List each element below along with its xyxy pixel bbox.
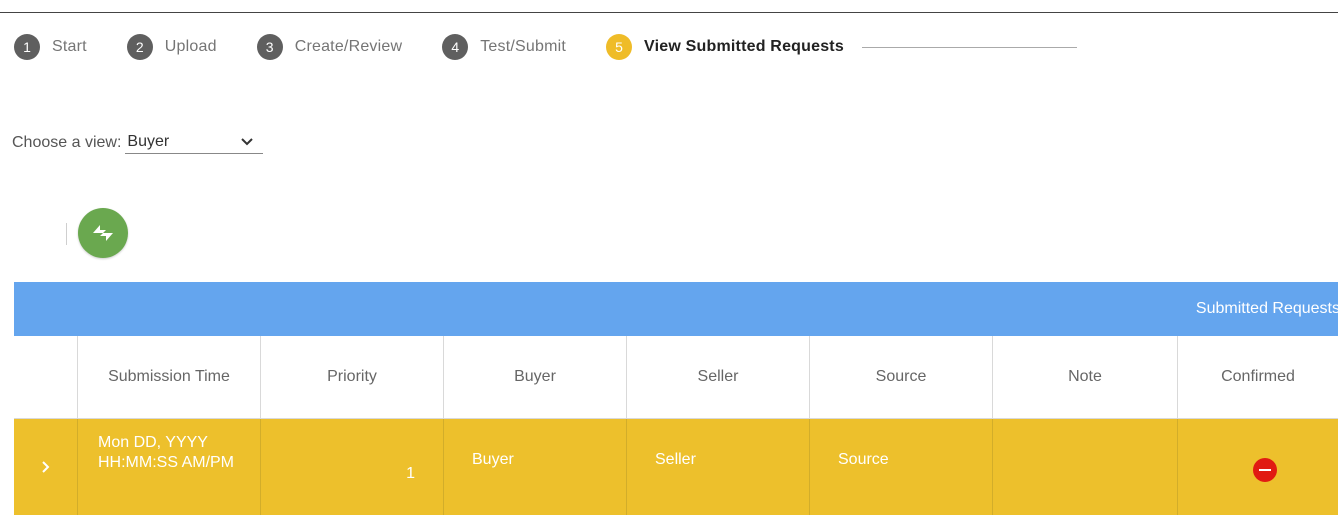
cell-buyer: Buyer (443, 419, 626, 515)
step-label: View Submitted Requests (644, 38, 844, 55)
step-number: 5 (606, 34, 633, 60)
step-number: 3 (256, 34, 283, 60)
minus-circle-icon (1253, 458, 1277, 482)
step-test-submit[interactable]: 4 Test/Submit (442, 34, 566, 60)
table-header: Submission Time Priority Buyer Seller So… (14, 336, 1338, 419)
submitted-requests-table: Submitted Requests Submission Time Prior… (14, 282, 1338, 515)
step-label: Upload (164, 38, 217, 55)
step-label: Test/Submit (480, 38, 567, 55)
step-number: 2 (126, 34, 153, 60)
chevron-down-icon (241, 137, 254, 145)
view-chooser: Choose a view: Buyer (12, 130, 264, 154)
step-number: 4 (442, 34, 469, 60)
column-header-source[interactable]: Source (809, 336, 992, 418)
step-number: 1 (14, 34, 40, 60)
view-label: Choose a view: (12, 134, 122, 151)
column-header-submission-time[interactable]: Submission Time (77, 336, 260, 418)
column-header-confirmed[interactable]: Confirmed (1177, 336, 1338, 418)
cell-note (992, 419, 1177, 515)
step-start[interactable]: 1 Start (14, 34, 87, 60)
top-divider (0, 12, 1338, 13)
chevron-right-icon (41, 461, 49, 473)
cell-seller: Seller (626, 419, 809, 515)
view-select[interactable]: Buyer (125, 130, 264, 154)
cell-priority: 1 (260, 419, 443, 515)
cell-source: Source (809, 419, 992, 515)
step-view-submitted-requests[interactable]: 5 View Submitted Requests (606, 34, 844, 60)
refresh-icon (93, 225, 113, 241)
step-label: Start (52, 38, 87, 55)
step-upload[interactable]: 2 Upload (126, 34, 217, 60)
column-header-expand (14, 336, 77, 418)
table-title: Submitted Requests (1195, 300, 1338, 317)
toolbar-divider (66, 223, 67, 245)
expand-row-button[interactable] (14, 419, 77, 515)
table-row[interactable]: Mon DD, YYYY HH:MM:SS AM/PM 1 Buyer Sell… (14, 419, 1338, 515)
stepper-connector (861, 46, 1077, 48)
wizard-stepper: 1 Start 2 Upload 3 Create/Review 4 Test/… (14, 33, 1077, 61)
view-select-value: Buyer (127, 132, 170, 150)
step-create-review[interactable]: 3 Create/Review (256, 34, 403, 60)
table-title-bar: Submitted Requests (14, 282, 1338, 336)
column-header-priority[interactable]: Priority (260, 336, 443, 418)
cell-confirmed (1177, 419, 1338, 515)
column-header-note[interactable]: Note (992, 336, 1177, 418)
cell-submission-time: Mon DD, YYYY HH:MM:SS AM/PM (77, 419, 260, 515)
column-header-buyer[interactable]: Buyer (443, 336, 626, 418)
column-header-seller[interactable]: Seller (626, 336, 809, 418)
refresh-button[interactable] (78, 208, 128, 258)
step-label: Create/Review (294, 38, 403, 55)
